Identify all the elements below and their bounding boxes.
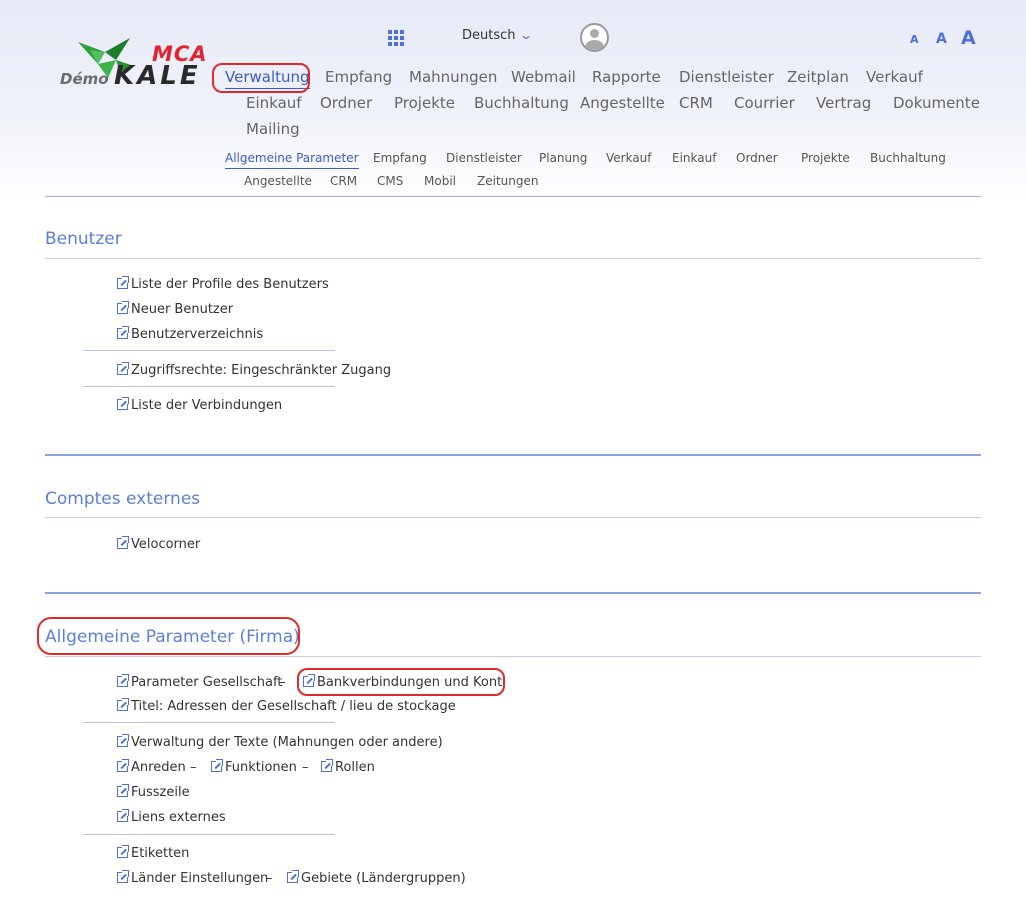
chevron-down-icon: ⌄ — [518, 28, 533, 42]
subnav-dienstleister[interactable]: Dienstleister — [446, 151, 522, 165]
external-link-icon — [321, 759, 333, 772]
external-link-icon — [117, 362, 129, 375]
separator-dash: – — [279, 675, 286, 690]
link-titel-adressen[interactable]: Titel: Adressen der Gesellschaft / lieu … — [117, 698, 456, 714]
nav-crm[interactable]: CRM — [679, 94, 713, 112]
nav-courrier[interactable]: Courrier — [734, 94, 795, 112]
link-neuer-benutzer[interactable]: Neuer Benutzer — [117, 301, 233, 317]
highlight-circle — [212, 63, 310, 93]
link-etiketten[interactable]: Etiketten — [117, 845, 189, 861]
link-liste-verbindungen[interactable]: Liste der Verbindungen — [117, 397, 282, 413]
subnav-zeitungen[interactable]: Zeitungen — [477, 174, 538, 188]
external-link-icon — [117, 674, 129, 687]
external-link-icon — [117, 276, 129, 289]
nav-ordner[interactable]: Ordner — [320, 94, 372, 112]
font-size-large-button[interactable]: A — [961, 27, 976, 49]
separator-dash: – — [190, 760, 197, 775]
subnav-crm[interactable]: CRM — [330, 174, 357, 188]
nav-webmail[interactable]: Webmail — [511, 68, 576, 86]
nav-empfang[interactable]: Empfang — [325, 68, 392, 86]
nav-rapporte[interactable]: Rapporte — [592, 68, 661, 86]
section-title-benutzer: Benutzer — [45, 229, 122, 249]
subnav-mobil[interactable]: Mobil — [424, 174, 456, 188]
external-link-icon — [117, 734, 129, 747]
nav-dienstleister[interactable]: Dienstleister — [679, 68, 774, 86]
link-funktionen[interactable]: Funktionen — [211, 759, 297, 775]
external-link-icon — [117, 698, 129, 711]
subnav-planung[interactable]: Planung — [539, 151, 587, 165]
link-anreden[interactable]: Anreden — [117, 759, 186, 775]
section-separator — [45, 592, 981, 594]
nav-dokumente[interactable]: Dokumente — [893, 94, 980, 112]
nav-projekte[interactable]: Projekte — [394, 94, 455, 112]
nav-angestellte[interactable]: Angestellte — [580, 94, 665, 112]
section-separator — [45, 454, 981, 456]
link-liens-externes[interactable]: Liens externes — [117, 809, 226, 825]
external-link-icon — [117, 809, 129, 822]
external-link-icon — [117, 397, 129, 410]
separator-dash: – — [302, 760, 309, 775]
language-select[interactable]: Deutsch ⌄ — [462, 28, 533, 43]
section-title-comptes-externes: Comptes externes — [45, 489, 201, 509]
link-verwaltung-texte[interactable]: Verwaltung der Texte (Mahnungen oder and… — [117, 734, 443, 750]
external-link-icon — [117, 870, 129, 883]
font-size-medium-button[interactable]: A — [936, 31, 947, 47]
logo[interactable]: MCA KALE Démo — [60, 30, 220, 100]
section-divider — [45, 517, 981, 518]
subnav-buchhaltung[interactable]: Buchhaltung — [870, 151, 946, 165]
link-rollen[interactable]: Rollen — [321, 759, 375, 775]
link-zugriffsrechte[interactable]: Zugriffsrechte: Eingeschränkter Zugang — [117, 362, 391, 378]
external-link-icon — [211, 759, 223, 772]
user-avatar-icon[interactable] — [580, 23, 609, 52]
group-divider — [83, 350, 335, 351]
logo-demo: Démo — [60, 70, 109, 88]
header-divider — [45, 196, 981, 197]
external-link-icon — [117, 784, 129, 797]
link-velocorner[interactable]: Velocorner — [117, 536, 200, 552]
subnav-allgemeine-parameter[interactable]: Allgemeine Parameter — [225, 151, 359, 169]
separator-dash: – — [266, 871, 273, 886]
external-link-icon — [117, 301, 129, 314]
link-laender-einstellungen[interactable]: Länder Einstellungen — [117, 870, 268, 886]
section-divider — [45, 258, 981, 259]
subnav-ordner[interactable]: Ordner — [736, 151, 778, 165]
subnav-empfang[interactable]: Empfang — [373, 151, 427, 165]
subnav-projekte[interactable]: Projekte — [801, 151, 850, 165]
link-benutzerverzeichnis[interactable]: Benutzerverzeichnis — [117, 326, 263, 342]
link-gebiete[interactable]: Gebiete (Ländergruppen) — [287, 870, 466, 886]
apps-grid-icon[interactable] — [388, 30, 404, 46]
external-link-icon — [117, 845, 129, 858]
nav-verkauf[interactable]: Verkauf — [866, 68, 923, 86]
logo-kale: KALE — [114, 61, 201, 91]
nav-zeitplan[interactable]: Zeitplan — [787, 68, 849, 86]
highlight-circle — [297, 668, 505, 696]
nav-buchhaltung[interactable]: Buchhaltung — [474, 94, 569, 112]
section-divider — [45, 656, 981, 657]
group-divider — [83, 834, 335, 835]
subnav-angestellte[interactable]: Angestellte — [244, 174, 312, 188]
nav-vertrag[interactable]: Vertrag — [816, 94, 871, 112]
link-parameter-gesellschaft[interactable]: Parameter Gesellschaft — [117, 674, 282, 690]
nav-mahnungen[interactable]: Mahnungen — [409, 68, 497, 86]
font-size-small-button[interactable]: A — [910, 33, 919, 46]
subnav-verkauf[interactable]: Verkauf — [606, 151, 652, 165]
nav-einkauf[interactable]: Einkauf — [246, 94, 302, 112]
external-link-icon — [117, 536, 129, 549]
group-divider — [83, 722, 335, 723]
subnav-einkauf[interactable]: Einkauf — [672, 151, 716, 165]
subnav-cms[interactable]: CMS — [377, 174, 403, 188]
language-label: Deutsch — [462, 28, 516, 43]
nav-mailing[interactable]: Mailing — [246, 120, 300, 138]
external-link-icon — [117, 759, 129, 772]
external-link-icon — [287, 870, 299, 883]
highlight-circle — [37, 617, 300, 655]
external-link-icon — [117, 326, 129, 339]
link-fusszeile[interactable]: Fusszeile — [117, 784, 190, 800]
group-divider — [83, 386, 335, 387]
link-liste-profile[interactable]: Liste der Profile des Benutzers — [117, 276, 329, 292]
